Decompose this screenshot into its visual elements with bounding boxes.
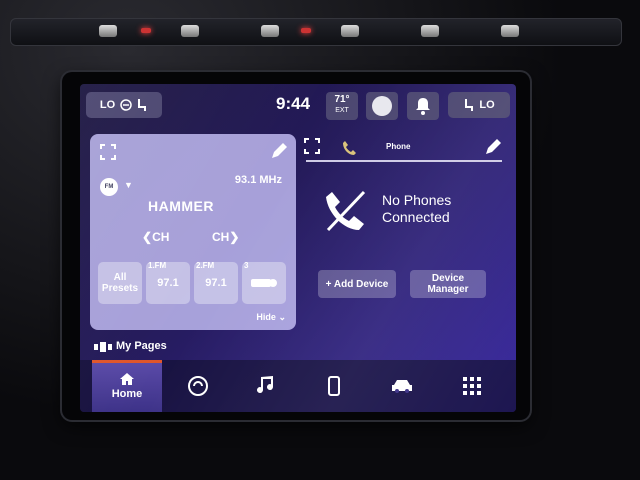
- seat-icon: [138, 99, 147, 111]
- infotainment-screen: LO 9:44 71° EXT LO FM ▼ 93.1 MHz HAMMER …: [80, 84, 516, 412]
- hvac-knob[interactable]: [99, 25, 117, 37]
- passenger-seat-heat-button[interactable]: LO: [448, 92, 510, 118]
- preset-label: 97.1: [205, 277, 227, 289]
- seat-heat-icon: [120, 99, 132, 111]
- preset-2-button[interactable]: 2.FM 97.1: [194, 261, 238, 304]
- nav-apps-grid[interactable]: [442, 360, 502, 412]
- station-name: HAMMER: [148, 198, 214, 214]
- outside-temperature: 71° EXT: [326, 92, 358, 120]
- apps-icon: [188, 376, 208, 396]
- status-line-1: No Phones: [382, 192, 452, 208]
- preset-3-button[interactable]: 3: [242, 261, 286, 304]
- status-line-2: Connected: [382, 209, 450, 225]
- preset-1-button[interactable]: 1.FM 97.1: [146, 261, 190, 304]
- channel-next-label: CH: [212, 230, 230, 244]
- profile-button[interactable]: [366, 92, 398, 120]
- bell-icon: [416, 98, 430, 115]
- indicator-led: [141, 28, 151, 33]
- channel-prev-button[interactable]: ❮CH: [142, 230, 169, 244]
- edit-icon[interactable]: [484, 138, 502, 156]
- preset-index: 3: [244, 261, 249, 270]
- home-icon: [120, 373, 134, 385]
- nav-media[interactable]: [236, 360, 296, 412]
- hide-button[interactable]: Hide ⌄: [256, 312, 286, 323]
- chevron-left-icon: ❮: [142, 230, 153, 244]
- car-icon: [392, 380, 412, 393]
- preset-logo-icon: [251, 279, 277, 287]
- nav-phone[interactable]: [304, 360, 364, 412]
- profile-icon: [372, 96, 392, 116]
- hvac-knob[interactable]: [261, 25, 279, 37]
- indicator-led: [301, 28, 311, 33]
- chevron-down-icon[interactable]: ▼: [124, 180, 133, 190]
- chevron-right-icon: ❯: [229, 230, 240, 244]
- preset-index: 2.FM: [196, 261, 215, 270]
- tab-underline: [306, 160, 502, 162]
- channel-next-button[interactable]: CH❯: [212, 230, 239, 244]
- nav-home-label: Home: [111, 388, 143, 400]
- hvac-knob[interactable]: [501, 25, 519, 37]
- my-pages-button[interactable]: My Pages: [116, 340, 167, 352]
- all-presets-button[interactable]: All Presets: [98, 262, 142, 304]
- hide-label: Hide: [256, 312, 276, 322]
- hvac-knob[interactable]: [181, 25, 199, 37]
- hvac-knob[interactable]: [341, 25, 359, 37]
- phone-tab-label[interactable]: Phone: [386, 142, 410, 151]
- driver-seat-heat-button[interactable]: LO: [86, 92, 162, 118]
- preset-label: 97.1: [157, 277, 179, 289]
- seat-icon: [465, 99, 474, 111]
- clock: 9:44: [276, 94, 311, 113]
- hvac-knob[interactable]: [421, 25, 439, 37]
- pages-icon: [94, 342, 112, 352]
- expand-icon[interactable]: [304, 138, 320, 154]
- grid-icon: [463, 377, 481, 395]
- radio-widget: FM ▼ 93.1 MHz HAMMER ❮CH CH❯ All Presets…: [90, 134, 296, 330]
- nav-apps[interactable]: [168, 360, 228, 412]
- climate-control-strip: [10, 18, 622, 46]
- add-device-button[interactable]: + Add Device: [318, 270, 396, 298]
- temperature-sublabel: EXT: [335, 107, 349, 114]
- temperature-value: 71°: [334, 94, 350, 105]
- expand-icon[interactable]: [100, 144, 116, 160]
- chevron-down-icon: ⌄: [278, 312, 286, 322]
- seat-level-label: LO: [479, 99, 495, 111]
- smartphone-icon: [328, 376, 340, 396]
- channel-prev-label: CH: [152, 230, 170, 244]
- seat-level-label: LO: [99, 99, 116, 111]
- band-badge[interactable]: FM: [100, 178, 118, 196]
- edit-icon[interactable]: [270, 142, 288, 160]
- preset-index: 1.FM: [148, 261, 167, 270]
- phone-status-text: No Phones Connected: [382, 192, 451, 226]
- notifications-button[interactable]: [407, 92, 439, 120]
- status-bar: LO 9:44 71° EXT LO: [80, 84, 516, 124]
- nav-home[interactable]: Home: [92, 360, 162, 412]
- phone-disconnected-icon: [326, 190, 366, 232]
- bottom-navigation: Home: [80, 360, 516, 412]
- nav-vehicle[interactable]: [372, 360, 432, 412]
- music-note-icon: [257, 376, 274, 394]
- phone-tab-icon: [343, 141, 356, 155]
- device-manager-button[interactable]: Device Manager: [410, 270, 486, 298]
- preset-label: All Presets: [101, 272, 139, 294]
- frequency-readout: 93.1 MHz: [234, 174, 282, 186]
